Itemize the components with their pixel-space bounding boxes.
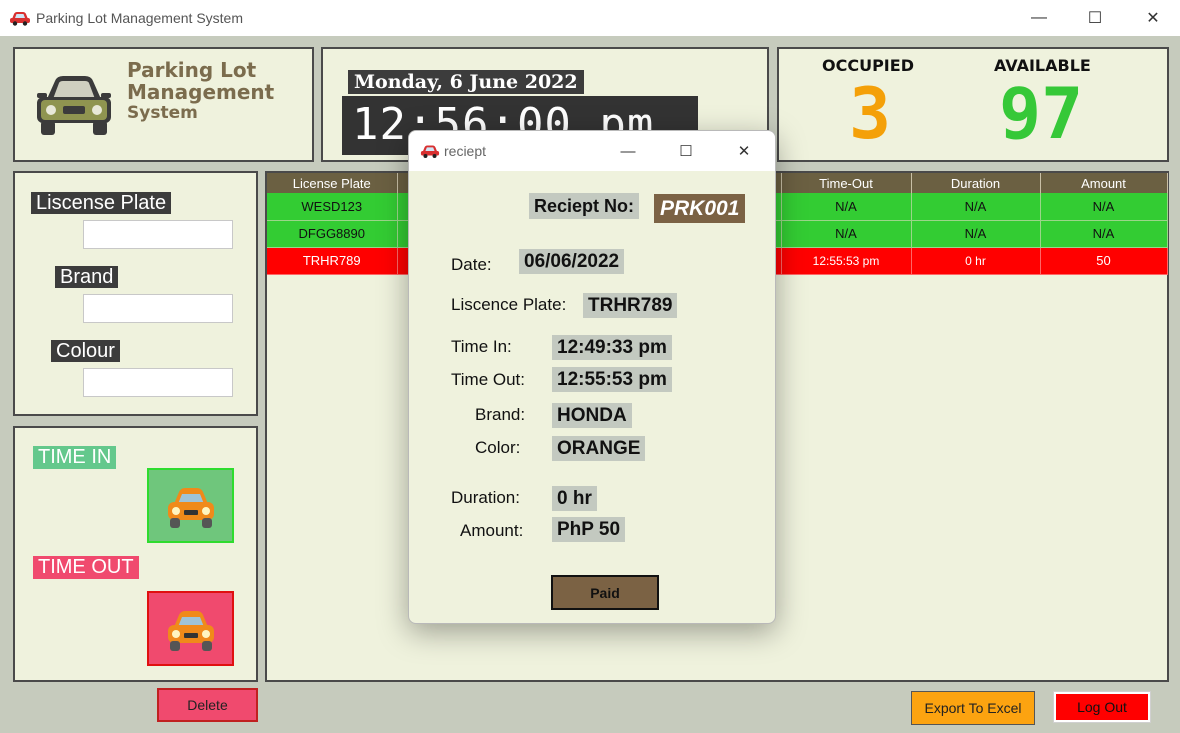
time-out-label: TIME OUT <box>33 556 139 579</box>
cell-time-out[interactable]: N/A <box>781 220 912 248</box>
brand-panel: Parking Lot Management System <box>13 47 314 162</box>
date-label: Date: <box>451 255 492 274</box>
delete-button[interactable]: Delete <box>157 688 258 722</box>
log-out-button[interactable]: Log Out <box>1053 691 1151 723</box>
maximize-button[interactable]: ☐ <box>663 133 709 169</box>
cell-plate[interactable]: WESD123 <box>267 193 398 221</box>
plate-label: Liscense Plate <box>31 192 172 214</box>
brand-label: Brand: <box>475 405 526 424</box>
time-out-label: Time Out: <box>451 370 525 389</box>
cell-time-out[interactable]: N/A <box>781 193 912 221</box>
brand-line-2: Management <box>127 80 275 104</box>
vehicle-input-panel: Liscense Plate Brand Colour <box>13 171 258 416</box>
plate-value: TRHR789 <box>583 293 678 318</box>
time-in-label: TIME IN <box>33 446 117 469</box>
column-header-amount[interactable]: Amount <box>1040 173 1168 193</box>
current-date: Monday, 6 June 2022 <box>348 70 584 94</box>
amount-value: PhP 50 <box>552 517 626 542</box>
column-header-time-out[interactable]: Time-Out <box>781 173 912 193</box>
cell-plate[interactable]: DFGG8890 <box>267 220 398 248</box>
time-in-button[interactable] <box>147 468 234 543</box>
receipt-dialog: reciept — ☐ ✕ Reciept No: PRK001 Date: 0… <box>408 130 776 624</box>
available-count: 97 <box>999 73 1084 155</box>
column-header-duration[interactable]: Duration <box>911 173 1041 193</box>
cell-time-out[interactable]: 12:55:53 pm <box>781 247 912 275</box>
time-out-button[interactable] <box>147 591 234 666</box>
receipt-title: reciept <box>444 143 487 159</box>
maximize-button[interactable]: ☐ <box>1072 0 1118 36</box>
brand-line-3: System <box>127 103 198 123</box>
car-in-icon <box>167 487 214 528</box>
plate-label: Liscence Plate: <box>451 295 567 314</box>
export-to-excel-button[interactable]: Export To Excel <box>911 691 1035 725</box>
cell-duration[interactable]: N/A <box>911 220 1041 248</box>
color-label: Color: <box>475 438 521 457</box>
brand-label: Brand <box>55 266 119 288</box>
paid-button[interactable]: Paid <box>551 575 659 610</box>
car-out-icon <box>167 610 214 651</box>
time-actions-panel: TIME IN TIME OUT <box>13 426 258 682</box>
close-button[interactable]: ✕ <box>1130 0 1176 36</box>
cell-plate[interactable]: TRHR789 <box>267 247 398 275</box>
brand-input[interactable] <box>83 294 233 323</box>
cell-amount[interactable]: 50 <box>1040 247 1168 275</box>
cell-duration[interactable]: 0 hr <box>911 247 1041 275</box>
receipt-titlebar: reciept — ☐ ✕ <box>409 131 775 171</box>
stats-panel: OCCUPIED AVAILABLE 3 97 <box>777 47 1169 162</box>
duration-value: 0 hr <box>552 486 597 511</box>
column-header-plate[interactable]: License Plate <box>267 173 398 193</box>
minimize-button[interactable]: — <box>1016 0 1062 36</box>
amount-label: Amount: <box>460 521 524 540</box>
cell-duration[interactable]: N/A <box>911 193 1041 221</box>
date-value: 06/06/2022 <box>519 249 625 274</box>
app-brand-title: Parking Lot Management System <box>127 59 274 123</box>
receipt-no-label: Reciept No: <box>529 193 640 219</box>
car-logo-icon <box>37 76 111 135</box>
cell-amount[interactable]: N/A <box>1040 220 1168 248</box>
time-out-value: 12:55:53 pm <box>552 367 672 392</box>
duration-label: Duration: <box>451 488 520 507</box>
occupied-count: 3 <box>849 73 892 155</box>
car-icon <box>10 12 30 26</box>
colour-input[interactable] <box>83 368 233 397</box>
color-value: ORANGE <box>552 436 646 461</box>
colour-label: Colour <box>51 340 120 362</box>
close-button[interactable]: ✕ <box>721 133 767 169</box>
cell-amount[interactable]: N/A <box>1040 193 1168 221</box>
window-title: Parking Lot Management System <box>36 10 243 26</box>
minimize-button[interactable]: — <box>605 133 651 169</box>
window-titlebar: Parking Lot Management System — ☐ ✕ <box>0 0 1180 36</box>
time-in-value: 12:49:33 pm <box>552 335 672 360</box>
receipt-no-value: PRK001 <box>654 194 746 223</box>
plate-input[interactable] <box>83 220 233 249</box>
brand-line-1: Parking Lot <box>127 58 257 82</box>
brand-value: HONDA <box>552 403 632 428</box>
time-in-label: Time In: <box>451 337 512 356</box>
car-icon <box>420 145 440 158</box>
